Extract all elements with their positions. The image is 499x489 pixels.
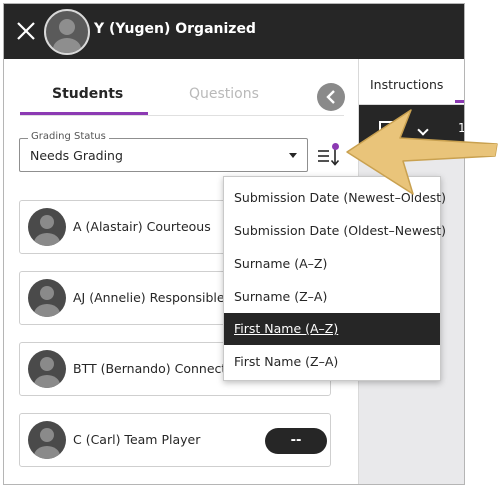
top-bar: Y (Yugen) Organized: [4, 4, 464, 59]
active-tab-indicator: [20, 112, 148, 115]
student-avatar: [28, 279, 66, 317]
sort-option-first-name-az[interactable]: First Name (A–Z): [224, 313, 440, 345]
student-card[interactable]: C (Carl) Team Player --: [19, 413, 331, 467]
student-avatar: [28, 350, 66, 388]
page-number: 1: [458, 121, 465, 135]
student-name: AJ (Annelie) Responsible: [73, 290, 225, 305]
sort-button[interactable]: [316, 143, 342, 169]
page-icon[interactable]: [379, 121, 393, 139]
grading-status-label: Grading Status: [28, 131, 109, 142]
sort-option-submission-newest[interactable]: Submission Date (Newest–Oldest): [224, 182, 446, 214]
sort-active-indicator: [332, 143, 339, 150]
grading-window: Y (Yugen) Organized Students Questions G…: [3, 3, 465, 485]
student-name: A (Alastair) Courteous: [73, 219, 211, 234]
close-icon[interactable]: [15, 20, 37, 42]
student-name: BTT (Bernando) Connected: [73, 361, 242, 376]
sort-option-surname-za[interactable]: Surname (Z–A): [224, 281, 440, 313]
tab-students[interactable]: Students: [52, 86, 123, 102]
sort-option-first-name-za[interactable]: First Name (Z–A): [224, 346, 440, 378]
student-name: C (Carl) Team Player: [73, 432, 201, 447]
tab-questions[interactable]: Questions: [189, 86, 259, 102]
sort-option-submission-oldest[interactable]: Submission Date (Oldest–Newest): [224, 215, 446, 247]
collapse-panel-button[interactable]: [317, 83, 345, 111]
grading-status-value: Needs Grading: [30, 148, 123, 163]
active-tab-indicator: [455, 100, 464, 103]
tab-instructions[interactable]: Instructions: [370, 77, 443, 92]
grade-pill[interactable]: --: [265, 428, 327, 454]
chevron-left-icon: [326, 90, 335, 104]
student-avatar: [28, 421, 66, 459]
grading-status-select[interactable]: Grading Status Needs Grading: [19, 131, 308, 172]
caret-down-icon: [289, 153, 297, 158]
student-avatar: [28, 208, 66, 246]
sort-option-surname-az[interactable]: Surname (A–Z): [224, 248, 440, 280]
document-toolbar: 1: [359, 105, 465, 153]
sort-menu: Submission Date (Newest–Oldest) Submissi…: [223, 176, 446, 381]
student-avatar: [44, 9, 90, 55]
student-name-title: Y (Yugen) Organized: [94, 21, 256, 37]
chevron-down-icon[interactable]: [417, 124, 429, 136]
tabs-divider: [20, 115, 344, 116]
